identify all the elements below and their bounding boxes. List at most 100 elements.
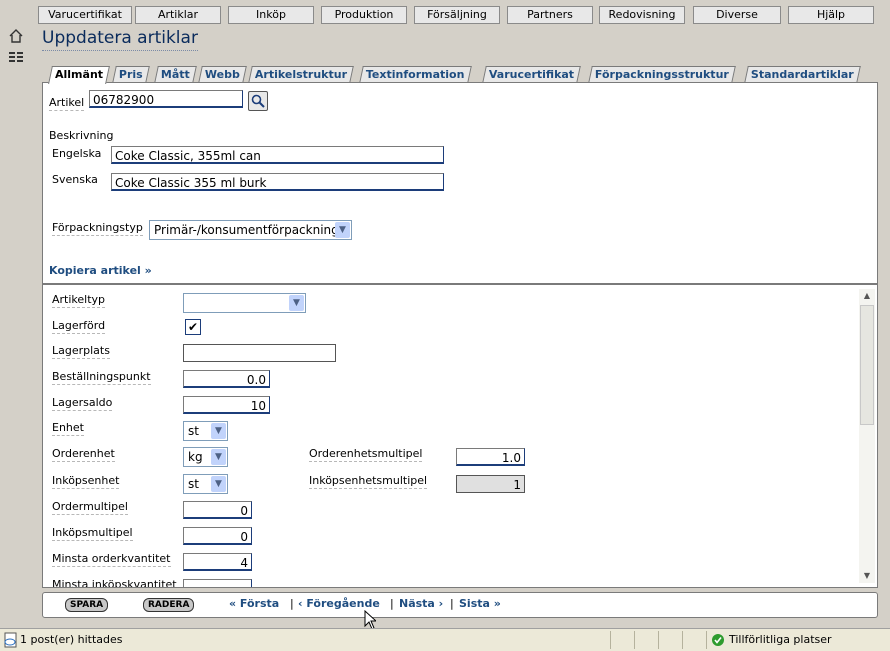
tab-label: Allmänt bbox=[55, 68, 104, 81]
tab-pris[interactable]: Pris bbox=[112, 66, 150, 83]
tab-label: Pris bbox=[118, 68, 143, 81]
status-message: 1 post(er) hittades bbox=[20, 633, 123, 646]
engelska-label: Engelska bbox=[52, 147, 102, 160]
inkopsenhet-label: Inköpsenhet bbox=[52, 474, 120, 489]
forpackningstyp-select[interactable]: Primär-/konsumentförpackning ▼ bbox=[149, 220, 352, 240]
menu-produktion[interactable]: Produktion bbox=[321, 6, 407, 24]
svenska-label: Svenska bbox=[52, 173, 98, 186]
first-link[interactable]: « Första bbox=[229, 597, 279, 610]
tab-artikelstruktur[interactable]: Artikelstruktur bbox=[248, 66, 354, 83]
artikeltyp-select[interactable]: ▼ bbox=[183, 293, 306, 313]
forpackningstyp-value: Primär-/konsumentförpackning bbox=[154, 223, 339, 237]
menu-artiklar[interactable]: Artiklar bbox=[135, 6, 221, 24]
separator: | bbox=[450, 597, 454, 610]
beskrivning-label: Beskrivning bbox=[49, 129, 114, 142]
home-icon[interactable] bbox=[8, 28, 24, 44]
inkopsmultipel-input[interactable]: 0 bbox=[183, 527, 252, 545]
separator: | bbox=[290, 597, 294, 610]
list-icon[interactable] bbox=[8, 50, 24, 66]
previous-link[interactable]: ‹ Föregående bbox=[298, 597, 380, 610]
menu-inkop[interactable]: Inköp bbox=[228, 6, 314, 24]
artikeltyp-label: Artikeltyp bbox=[52, 293, 106, 308]
vertical-scrollbar[interactable]: ▲ ▼ bbox=[859, 289, 875, 583]
minsta-inkopskvantitet-input[interactable] bbox=[183, 579, 252, 587]
orderenhetsmultipel-input[interactable]: 1.0 bbox=[456, 448, 525, 466]
tab-label: Mått bbox=[160, 68, 190, 81]
page-icon bbox=[4, 632, 17, 648]
status-bar: 1 post(er) hittades Tillförlitliga plats… bbox=[0, 628, 890, 651]
minsta-inkopskvantitet-label: Minsta inköpskvantitet bbox=[52, 578, 177, 587]
menu-partners[interactable]: Partners bbox=[507, 6, 593, 24]
tab-matt[interactable]: Mått bbox=[154, 66, 197, 83]
menu-forsaljning[interactable]: Försäljning bbox=[414, 6, 500, 24]
left-toolbar bbox=[0, 24, 30, 624]
tab-label: Textinformation bbox=[365, 68, 465, 81]
kopiera-artikel-link[interactable]: Kopiera artikel » bbox=[49, 264, 152, 277]
last-link[interactable]: Sista » bbox=[459, 597, 501, 610]
security-zone: Tillförlitliga platser bbox=[706, 631, 890, 649]
bestallningspunkt-input[interactable]: 0.0 bbox=[183, 370, 270, 388]
forpackningstyp-label: Förpackningstyp bbox=[52, 221, 143, 236]
tab-textinformation[interactable]: Textinformation bbox=[359, 66, 472, 83]
general-panel: Artikel 06782900 Beskrivning Engelska Co… bbox=[42, 82, 878, 284]
inkopsenhet-select[interactable]: st ▼ bbox=[183, 474, 228, 494]
search-icon bbox=[251, 94, 265, 108]
tab-label: Webb bbox=[204, 68, 240, 81]
engelska-input[interactable]: Coke Classic, 355ml can bbox=[111, 146, 444, 164]
chevron-down-icon: ▼ bbox=[211, 476, 226, 492]
action-bar: SPARA RADERA « Första | ‹ Föregående | N… bbox=[42, 592, 878, 618]
menu-diverse[interactable]: Diverse bbox=[693, 6, 781, 24]
minsta-orderkvantitet-label: Minsta orderkvantitet bbox=[52, 552, 171, 567]
tab-label: Artikelstruktur bbox=[254, 68, 348, 81]
separator: | bbox=[390, 597, 394, 610]
menu-redovisning[interactable]: Redovisning bbox=[599, 6, 685, 24]
ordermultipel-label: Ordermultipel bbox=[52, 500, 128, 515]
svenska-input[interactable]: Coke Classic 355 ml burk bbox=[111, 173, 444, 191]
inkopsenhet-value: st bbox=[188, 477, 199, 491]
enhet-select[interactable]: st ▼ bbox=[183, 421, 228, 441]
page-title: Uppdatera artiklar bbox=[42, 28, 198, 51]
orderenhet-select[interactable]: kg ▼ bbox=[183, 447, 228, 467]
next-link[interactable]: Nästa › bbox=[399, 597, 443, 610]
lagersaldo-input[interactable]: 10 bbox=[183, 396, 270, 414]
chevron-down-icon: ▼ bbox=[211, 449, 226, 465]
tab-forpackningsstruktur[interactable]: Förpackningsstruktur bbox=[588, 66, 736, 83]
tab-varucertifikat[interactable]: Varucertifikat bbox=[482, 66, 581, 83]
chevron-down-icon: ▼ bbox=[211, 423, 226, 439]
inkopsenhetsmultipel-label: Inköpsenhetsmultipel bbox=[309, 474, 428, 489]
inkopsenhetsmultipel-input: 1 bbox=[456, 475, 525, 493]
menu-hjalp[interactable]: Hjälp bbox=[788, 6, 874, 24]
artikel-label: Artikel bbox=[49, 96, 85, 111]
status-cell-empty bbox=[682, 631, 703, 649]
enhet-value: st bbox=[188, 424, 199, 438]
tab-label: Varucertifikat bbox=[488, 68, 575, 81]
lagerplats-label: Lagerplats bbox=[52, 344, 110, 359]
status-cell-empty bbox=[610, 631, 631, 649]
scroll-thumb[interactable] bbox=[860, 305, 874, 425]
scroll-up-icon[interactable]: ▲ bbox=[859, 289, 875, 303]
artikel-input[interactable]: 06782900 bbox=[89, 90, 243, 108]
tab-label: Förpackningsstruktur bbox=[594, 68, 729, 81]
menu-varucertifikat[interactable]: Varucertifikat bbox=[38, 6, 132, 24]
tab-allmant[interactable]: Allmänt bbox=[48, 66, 110, 84]
check-circle-icon bbox=[712, 634, 724, 646]
minsta-orderkvantitet-input[interactable]: 4 bbox=[183, 553, 252, 571]
delete-button[interactable]: RADERA bbox=[143, 598, 195, 612]
orderenhetsmultipel-label: Orderenhetsmultipel bbox=[309, 447, 423, 462]
bestallningspunkt-label: Beställningspunkt bbox=[52, 370, 151, 385]
inkopsmultipel-label: Inköpsmultipel bbox=[52, 526, 133, 541]
search-button[interactable] bbox=[248, 91, 268, 111]
chevron-down-icon: ▼ bbox=[335, 222, 350, 238]
lagerford-checkbox[interactable]: ✔ bbox=[185, 319, 201, 335]
scroll-down-icon[interactable]: ▼ bbox=[859, 569, 875, 583]
details-panel: Artikeltyp ▼ Lagerförd ✔ Lagerplats Best… bbox=[42, 284, 878, 588]
lagerplats-input[interactable] bbox=[183, 344, 336, 362]
enhet-label: Enhet bbox=[52, 421, 84, 436]
security-zone-label: Tillförlitliga platser bbox=[729, 633, 832, 646]
tab-standardartiklar[interactable]: Standardartiklar bbox=[744, 66, 861, 83]
ordermultipel-input[interactable]: 0 bbox=[183, 501, 252, 519]
tab-webb[interactable]: Webb bbox=[198, 66, 247, 83]
mouse-cursor-icon bbox=[364, 610, 376, 630]
main-menu: Varucertifikat Artiklar Inköp Produktion… bbox=[38, 6, 878, 24]
save-button[interactable]: SPARA bbox=[65, 598, 109, 612]
